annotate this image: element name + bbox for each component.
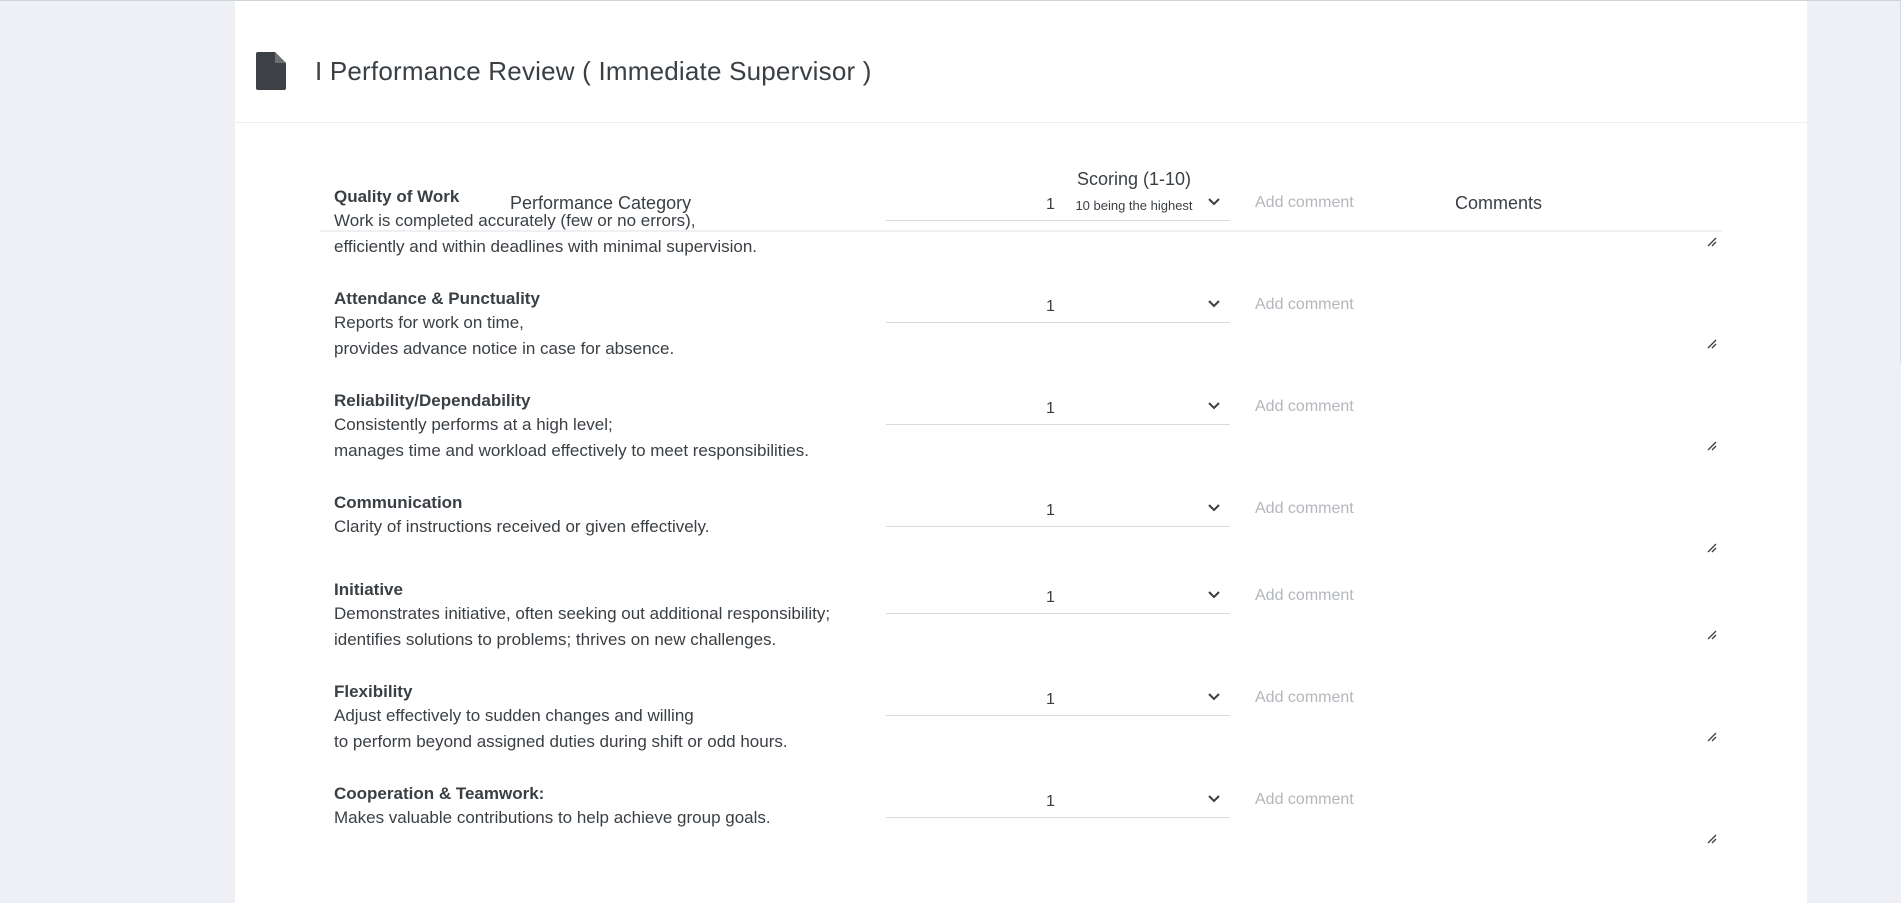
category-description: Consistently performs at a high level; bbox=[334, 415, 613, 434]
score-select[interactable]: 1 bbox=[886, 186, 1230, 221]
table-row: Communication Clarity of instructions re… bbox=[320, 492, 1722, 592]
category-title: Initiative bbox=[334, 580, 403, 599]
card-header: I Performance Review ( Immediate Supervi… bbox=[235, 1, 1807, 123]
category-description: identifies solutions to problems; thrive… bbox=[334, 630, 777, 649]
category-description: manages time and workload effectively to… bbox=[334, 441, 809, 460]
score-select[interactable]: 1 bbox=[886, 492, 1230, 527]
table-row: Cooperation & Teamwork: Makes valuable c… bbox=[320, 783, 1722, 883]
resize-handle-icon[interactable] bbox=[1707, 237, 1717, 247]
category-description: Clarity of instructions received or give… bbox=[334, 517, 710, 536]
table-row: Flexibility Adjust effectively to sudden… bbox=[320, 681, 1722, 781]
category-title: Quality of Work bbox=[334, 187, 460, 206]
category-cell: Communication Clarity of instructions re… bbox=[334, 492, 894, 540]
chevron-down-icon bbox=[1208, 795, 1220, 803]
resize-handle-icon[interactable] bbox=[1707, 339, 1717, 349]
score-value: 1 bbox=[1046, 691, 1055, 708]
category-title: Communication bbox=[334, 493, 463, 512]
file-icon bbox=[256, 52, 286, 90]
table-row: Reliability/Dependability Consistently p… bbox=[320, 390, 1722, 490]
category-cell: Flexibility Adjust effectively to sudden… bbox=[334, 681, 894, 755]
category-description: efficiently and within deadlines with mi… bbox=[334, 237, 758, 256]
comment-placeholder: Add comment bbox=[1255, 398, 1354, 415]
category-description: to perform beyond assigned duties during… bbox=[334, 732, 788, 751]
chevron-down-icon bbox=[1208, 300, 1220, 308]
resize-handle-icon[interactable] bbox=[1707, 543, 1717, 553]
comment-textarea[interactable]: Add comment bbox=[1255, 681, 1720, 745]
comment-textarea[interactable]: Add comment bbox=[1255, 783, 1720, 847]
score-select[interactable]: 1 bbox=[886, 288, 1230, 323]
category-description: Work is completed accurately (few or no … bbox=[334, 211, 696, 230]
category-cell: Attendance & Punctuality Reports for wor… bbox=[334, 288, 894, 362]
category-title: Attendance & Punctuality bbox=[334, 289, 540, 308]
chevron-down-icon bbox=[1208, 198, 1220, 206]
category-description: provides advance notice in case for abse… bbox=[334, 339, 675, 358]
category-description: Makes valuable contributions to help ach… bbox=[334, 808, 771, 827]
comment-placeholder: Add comment bbox=[1255, 194, 1354, 211]
chevron-down-icon bbox=[1208, 402, 1220, 410]
score-value: 1 bbox=[1046, 196, 1055, 213]
category-cell: Reliability/Dependability Consistently p… bbox=[334, 390, 894, 464]
comment-textarea[interactable]: Add comment bbox=[1255, 579, 1720, 643]
table-row: Attendance & Punctuality Reports for wor… bbox=[320, 288, 1722, 388]
comment-textarea[interactable]: Add comment bbox=[1255, 288, 1720, 352]
category-title: Cooperation & Teamwork: bbox=[334, 784, 545, 803]
resize-handle-icon[interactable] bbox=[1707, 732, 1717, 742]
score-select[interactable]: 1 bbox=[886, 579, 1230, 614]
comment-textarea[interactable]: Add comment bbox=[1255, 390, 1720, 454]
category-title: Flexibility bbox=[334, 682, 413, 701]
comment-textarea[interactable]: Add comment bbox=[1255, 186, 1720, 250]
comment-placeholder: Add comment bbox=[1255, 587, 1354, 604]
score-value: 1 bbox=[1046, 589, 1055, 606]
category-cell: Quality of Work Work is completed accura… bbox=[334, 186, 894, 260]
comment-placeholder: Add comment bbox=[1255, 500, 1354, 517]
comment-placeholder: Add comment bbox=[1255, 296, 1354, 313]
category-title: Reliability/Dependability bbox=[334, 391, 531, 410]
chevron-down-icon bbox=[1208, 591, 1220, 599]
score-value: 1 bbox=[1046, 400, 1055, 417]
table-row: Quality of Work Work is completed accura… bbox=[320, 186, 1722, 286]
table-row: Initiative Demonstrates initiative, ofte… bbox=[320, 579, 1722, 679]
resize-handle-icon[interactable] bbox=[1707, 630, 1717, 640]
category-cell: Initiative Demonstrates initiative, ofte… bbox=[334, 579, 894, 653]
category-description: Reports for work on time, bbox=[334, 313, 524, 332]
score-value: 1 bbox=[1046, 502, 1055, 519]
score-select[interactable]: 1 bbox=[886, 681, 1230, 716]
score-select[interactable]: 1 bbox=[886, 783, 1230, 818]
category-cell: Cooperation & Teamwork: Makes valuable c… bbox=[334, 783, 894, 831]
review-card: I Performance Review ( Immediate Supervi… bbox=[235, 1, 1807, 903]
resize-handle-icon[interactable] bbox=[1707, 441, 1717, 451]
score-value: 1 bbox=[1046, 793, 1055, 810]
score-select[interactable]: 1 bbox=[886, 390, 1230, 425]
chevron-down-icon bbox=[1208, 504, 1220, 512]
performance-table: Performance Category Scoring (1-10) 10 b… bbox=[320, 164, 1722, 844]
chevron-down-icon bbox=[1208, 693, 1220, 701]
page-title: I Performance Review ( Immediate Supervi… bbox=[315, 56, 872, 86]
comment-placeholder: Add comment bbox=[1255, 689, 1354, 706]
category-description: Adjust effectively to sudden changes and… bbox=[334, 706, 694, 725]
category-description: Demonstrates initiative, often seeking o… bbox=[334, 604, 831, 623]
comment-textarea[interactable]: Add comment bbox=[1255, 492, 1720, 556]
score-value: 1 bbox=[1046, 298, 1055, 315]
resize-handle-icon[interactable] bbox=[1707, 834, 1717, 844]
comment-placeholder: Add comment bbox=[1255, 791, 1354, 808]
